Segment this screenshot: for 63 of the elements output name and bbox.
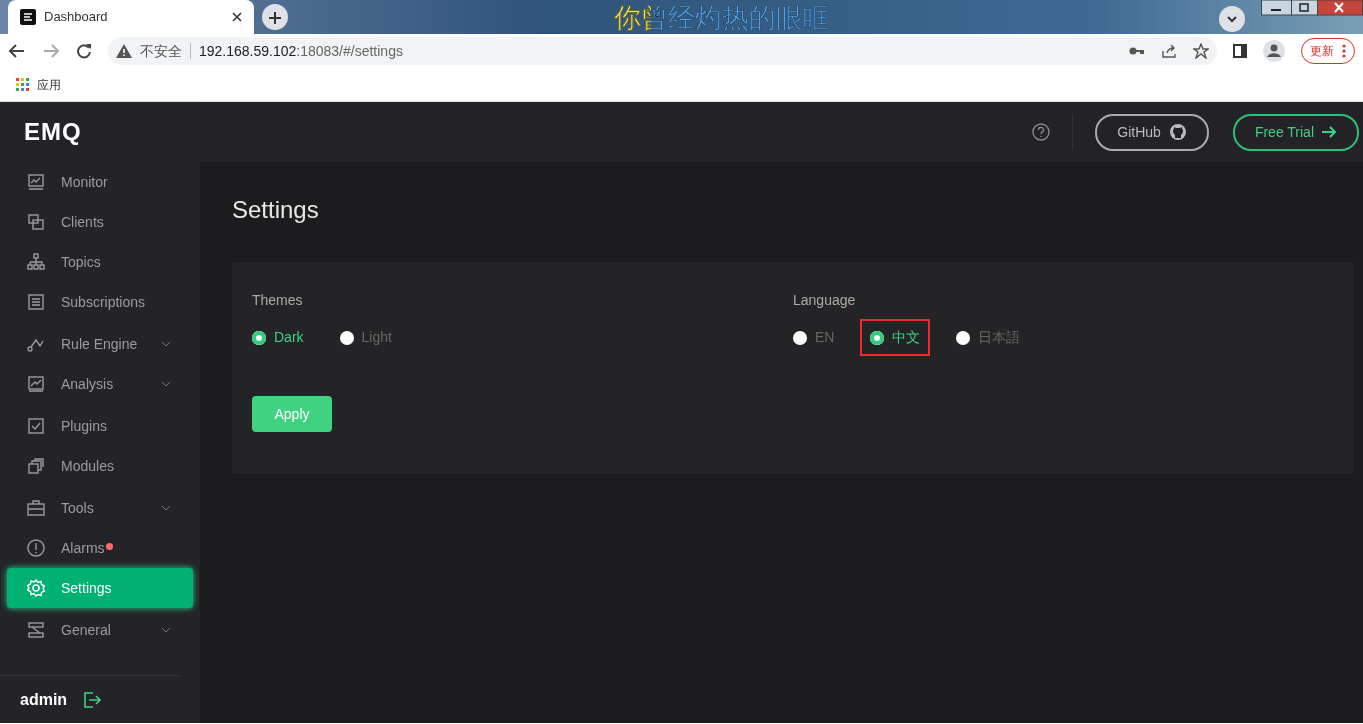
settings-icon bbox=[27, 579, 45, 597]
help-icon[interactable] bbox=[1032, 123, 1051, 141]
sidebar-item[interactable]: Tools bbox=[7, 488, 193, 528]
alert-icon bbox=[27, 539, 45, 557]
checkbox-icon bbox=[27, 417, 45, 435]
radio-option[interactable]: Dark bbox=[242, 319, 314, 356]
monitor-icon bbox=[27, 173, 45, 191]
chevron-down-icon bbox=[161, 627, 171, 633]
browser-tab[interactable]: Dashboard bbox=[8, 0, 254, 34]
url-text: 192.168.59.102:18083/#/settings bbox=[198, 41, 403, 61]
chevron-down-icon bbox=[161, 505, 171, 511]
share-icon[interactable] bbox=[1161, 43, 1178, 59]
chart-icon bbox=[27, 375, 45, 393]
close-icon[interactable] bbox=[232, 12, 242, 22]
reload-icon[interactable] bbox=[75, 43, 92, 59]
key-icon[interactable] bbox=[1129, 46, 1146, 56]
list-icon bbox=[27, 293, 45, 311]
sidebar-item[interactable]: Modules bbox=[7, 446, 193, 486]
alert-dot bbox=[105, 542, 113, 550]
new-tab-button[interactable] bbox=[262, 4, 288, 30]
window-controls-icon[interactable] bbox=[1261, 0, 1363, 16]
apps-icon[interactable] bbox=[16, 78, 29, 91]
tab-title: Dashboard bbox=[44, 8, 109, 27]
sidebar-item[interactable]: Topics bbox=[7, 242, 193, 282]
back-icon[interactable] bbox=[8, 42, 26, 60]
windows-icon bbox=[27, 213, 45, 231]
sidebar-item[interactable]: Clients bbox=[7, 202, 193, 242]
sidebar-item[interactable]: Plugins bbox=[7, 406, 193, 446]
sidebar-item[interactable]: Monitor bbox=[7, 162, 193, 202]
chevron-down-icon[interactable] bbox=[1219, 6, 1245, 32]
sidebar-item[interactable]: Rule Engine bbox=[7, 324, 193, 364]
free-trial-button[interactable]: Free Trial bbox=[1232, 113, 1359, 151]
chevron-down-icon bbox=[161, 341, 171, 347]
side-panel-icon[interactable] bbox=[1233, 44, 1247, 58]
github-button[interactable]: GitHub bbox=[1095, 113, 1209, 151]
username: admin bbox=[20, 689, 68, 710]
bookmark-link[interactable]: 应用 bbox=[37, 75, 61, 94]
hierarchy-icon bbox=[27, 253, 45, 271]
more-icon bbox=[1342, 44, 1346, 58]
group-label: Language bbox=[793, 291, 857, 310]
warning-icon bbox=[115, 44, 132, 58]
sidebar-item[interactable]: General bbox=[7, 610, 193, 650]
logout-icon[interactable] bbox=[83, 690, 102, 709]
sidebar-item[interactable]: Analysis bbox=[7, 364, 193, 404]
page-title: Settings bbox=[232, 195, 320, 225]
radio-option[interactable]: 中文 bbox=[860, 319, 931, 356]
server-icon bbox=[27, 621, 45, 639]
arrow-right-icon bbox=[1322, 126, 1337, 138]
sidebar-item[interactable]: Alarms bbox=[7, 528, 193, 568]
update-button[interactable]: 更新 bbox=[1301, 38, 1355, 64]
octocat-icon bbox=[1168, 123, 1187, 141]
stack-icon bbox=[27, 457, 45, 475]
profile-icon[interactable] bbox=[1263, 40, 1285, 62]
group-label: Themes bbox=[252, 291, 304, 310]
chevron-down-icon bbox=[161, 381, 171, 387]
address-bar[interactable]: 不安全 192.168.59.102:18083/#/settings bbox=[107, 37, 1218, 65]
app-logo: EMQ bbox=[24, 117, 82, 147]
toolbox-icon bbox=[27, 499, 45, 517]
sidebar-item[interactable]: Subscriptions bbox=[7, 282, 193, 322]
app-icon bbox=[20, 9, 36, 25]
security-label: 不安全 bbox=[139, 41, 182, 61]
plus-icon bbox=[268, 11, 282, 26]
star-icon[interactable] bbox=[1193, 43, 1210, 59]
